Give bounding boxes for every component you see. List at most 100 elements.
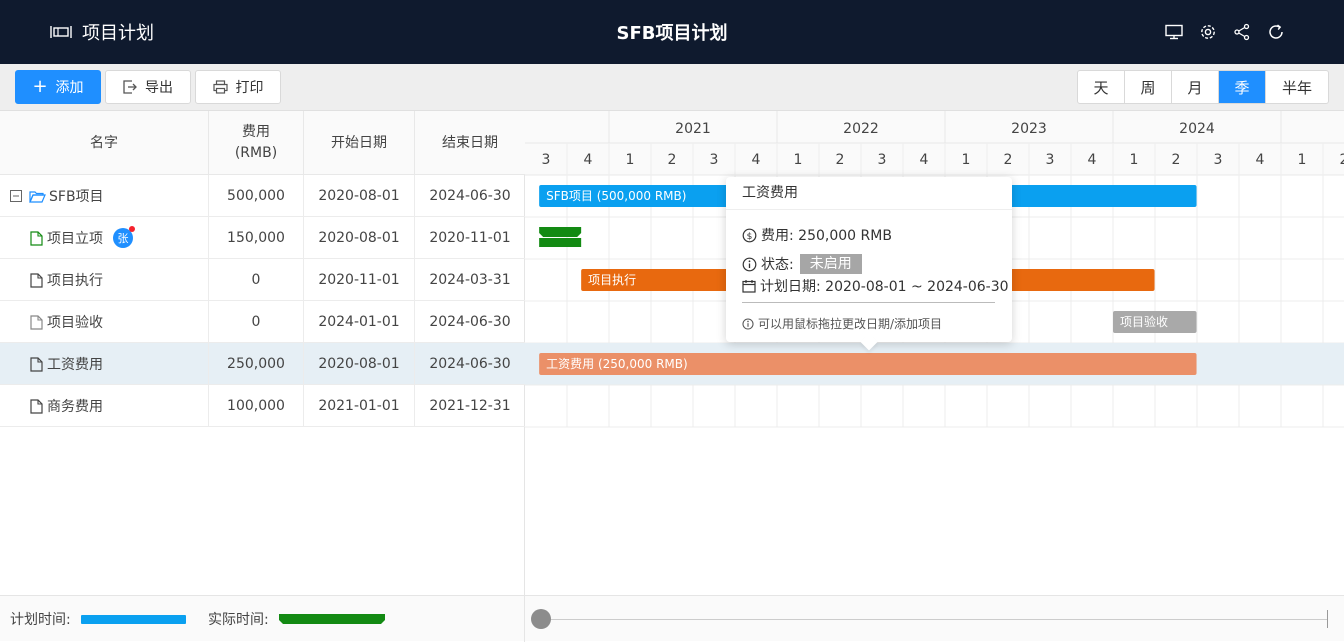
cell-start-date: 2024-01-01 <box>304 301 415 343</box>
legend-planned: 计划时间: <box>10 596 186 642</box>
table-row[interactable]: 项目验收 0 2024-01-01 2024-06-30 <box>0 301 525 343</box>
scale-option[interactable]: 月 <box>1172 71 1219 103</box>
tooltip-status-label: 状态: <box>761 257 794 273</box>
tooltip-dates-line: 计划日期: 2020-08-01 ~ 2024-06-30 <box>742 276 1009 296</box>
column-header-start[interactable]: 开始日期 <box>304 111 415 175</box>
monitor-icon[interactable] <box>1164 22 1184 42</box>
add-button[interactable]: + 添加 <box>15 70 101 104</box>
cell-cost: 0 <box>209 301 304 343</box>
avatar-initial: 张 <box>117 232 129 245</box>
legend-planned-label: 计划时间: <box>10 612 71 628</box>
scale-option[interactable]: 半年 <box>1266 71 1328 103</box>
table-row[interactable]: 项目执行 0 2020-11-01 2024-03-31 <box>0 259 525 301</box>
task-tooltip: 工资费用 $ 费用: 250,000 RMB 状态: 未启用 计划日期: 202… <box>726 177 1012 351</box>
year-tick-label: 2024 <box>1179 121 1215 137</box>
timeline-slider-end <box>1327 610 1328 628</box>
column-header-cost[interactable]: 费用 (RMB) <box>209 111 304 175</box>
tooltip-hint-text: 可以用鼠标拖拉更改日期/添加项目 <box>758 317 943 331</box>
scale-option[interactable]: 季 <box>1219 71 1266 103</box>
share-icon[interactable] <box>1232 22 1252 42</box>
task-bar[interactable] <box>539 227 582 247</box>
task-grid: 名字 费用 (RMB) 开始日期 结束日期 SFB项目 500,000 2020-0… <box>0 111 525 595</box>
brand: 项目计划 <box>50 0 154 64</box>
gear-icon[interactable] <box>1198 22 1218 42</box>
grid-header: 名字 费用 (RMB) 开始日期 结束日期 <box>0 111 525 175</box>
tooltip-divider <box>742 302 995 303</box>
task-bar-label: 工资费用 (250,000 RMB) <box>546 357 688 371</box>
quarter-tick-label: 3 <box>1214 152 1223 168</box>
cell-end-date: 2024-06-30 <box>429 356 511 372</box>
file-icon <box>30 314 43 330</box>
quarter-tick-label: 1 <box>626 152 635 168</box>
file-icon <box>30 398 43 414</box>
scale-option[interactable]: 天 <box>1078 71 1125 103</box>
timeline-slider-handle[interactable] <box>531 609 551 629</box>
quarter-tick-label: 2 <box>1004 152 1013 168</box>
tooltip-dates: 计划日期: 2020-08-01 ~ 2024-06-30 <box>760 279 1009 295</box>
export-button-label: 导出 <box>145 80 173 96</box>
file-icon <box>30 356 43 372</box>
cell-end-date: 2024-03-31 <box>429 272 511 288</box>
footer-divider <box>524 596 525 642</box>
quarter-tick-label: 1 <box>1130 152 1139 168</box>
cell-name: 项目验收 <box>0 301 209 343</box>
quarter-tick-label: 2 <box>668 152 677 168</box>
header-tools <box>1164 22 1286 42</box>
task-name: 项目验收 <box>47 315 103 331</box>
cost-header-line2: (RMB) <box>234 145 278 161</box>
cell-name: 商务费用 <box>0 385 209 427</box>
cell-end-date: 2024-06-30 <box>429 314 511 330</box>
quarter-tick-label: 4 <box>1256 152 1265 168</box>
export-button[interactable]: 导出 <box>105 70 191 104</box>
quarter-tick-label: 1 <box>794 152 803 168</box>
legend-planned-swatch <box>80 614 186 624</box>
legend-actual-swatch <box>278 613 385 624</box>
cell-end-date: 2024-06-30 <box>429 188 511 204</box>
cell-name: 工资费用 <box>0 343 209 385</box>
refresh-icon[interactable] <box>1266 22 1286 42</box>
table-row[interactable]: SFB项目 500,000 2020-08-01 2024-06-30 <box>0 175 525 217</box>
cell-cost: 100,000 <box>209 385 304 427</box>
quarter-tick-label: 4 <box>752 152 761 168</box>
column-header-name[interactable]: 名字 <box>0 111 209 175</box>
table-row[interactable]: 项目立项 张 150,000 2020-08-01 2020-11-01 <box>0 217 525 259</box>
print-button[interactable]: 打印 <box>195 70 281 104</box>
status-badge: 未启用 <box>799 254 862 274</box>
quarter-tick-label: 4 <box>920 152 929 168</box>
quarter-tick-label: 4 <box>1088 152 1097 168</box>
task-bar-label: 项目执行 <box>588 273 636 287</box>
cell-start-date: 2020-11-01 <box>304 259 415 301</box>
column-header-end[interactable]: 结束日期 <box>415 111 525 175</box>
cell-cost: 500,000 <box>209 175 304 217</box>
folder-open-icon <box>29 190 46 203</box>
task-name: 商务费用 <box>47 399 103 415</box>
toolbar: + 添加 导出 打印 天周月季半年 <box>0 64 1344 111</box>
collapse-icon[interactable] <box>10 190 22 202</box>
cell-cost: 250,000 <box>209 343 304 385</box>
table-row[interactable]: 工资费用 250,000 2020-08-01 2024-06-30 <box>0 343 525 385</box>
plus-icon: + <box>32 76 48 97</box>
timeline-slider-track[interactable] <box>540 619 1328 620</box>
legend-actual: 实际时间: <box>208 596 385 642</box>
footer: 计划时间: 实际时间: <box>0 595 1344 642</box>
cell-start-date: 2021-01-01 <box>304 385 415 427</box>
quarter-tick-label: 3 <box>878 152 887 168</box>
quarter-tick-label: 3 <box>542 152 551 168</box>
info-icon <box>742 257 757 271</box>
cell-start-date: 2020-08-01 <box>304 175 415 217</box>
cell-end-date: 2021-12-31 <box>429 398 511 414</box>
cost-header-line1: 费用 <box>242 124 270 140</box>
quarter-tick-label: 1 <box>962 152 971 168</box>
task-bar-label: 项目验收 <box>1120 314 1168 329</box>
file-icon <box>30 230 43 246</box>
year-tick-label: 2021 <box>675 121 711 137</box>
scale-option[interactable]: 周 <box>1125 71 1172 103</box>
year-tick-label: 2022 <box>843 121 879 137</box>
quarter-tick-label: 2 <box>1340 152 1344 168</box>
printer-icon <box>212 80 228 94</box>
quarter-tick-label: 3 <box>710 152 719 168</box>
table-row[interactable]: 商务费用 100,000 2021-01-01 2021-12-31 <box>0 385 525 427</box>
task-name: 项目立项 <box>47 231 103 247</box>
cell-name: SFB项目 <box>0 175 209 217</box>
avatar[interactable]: 张 <box>113 226 135 248</box>
